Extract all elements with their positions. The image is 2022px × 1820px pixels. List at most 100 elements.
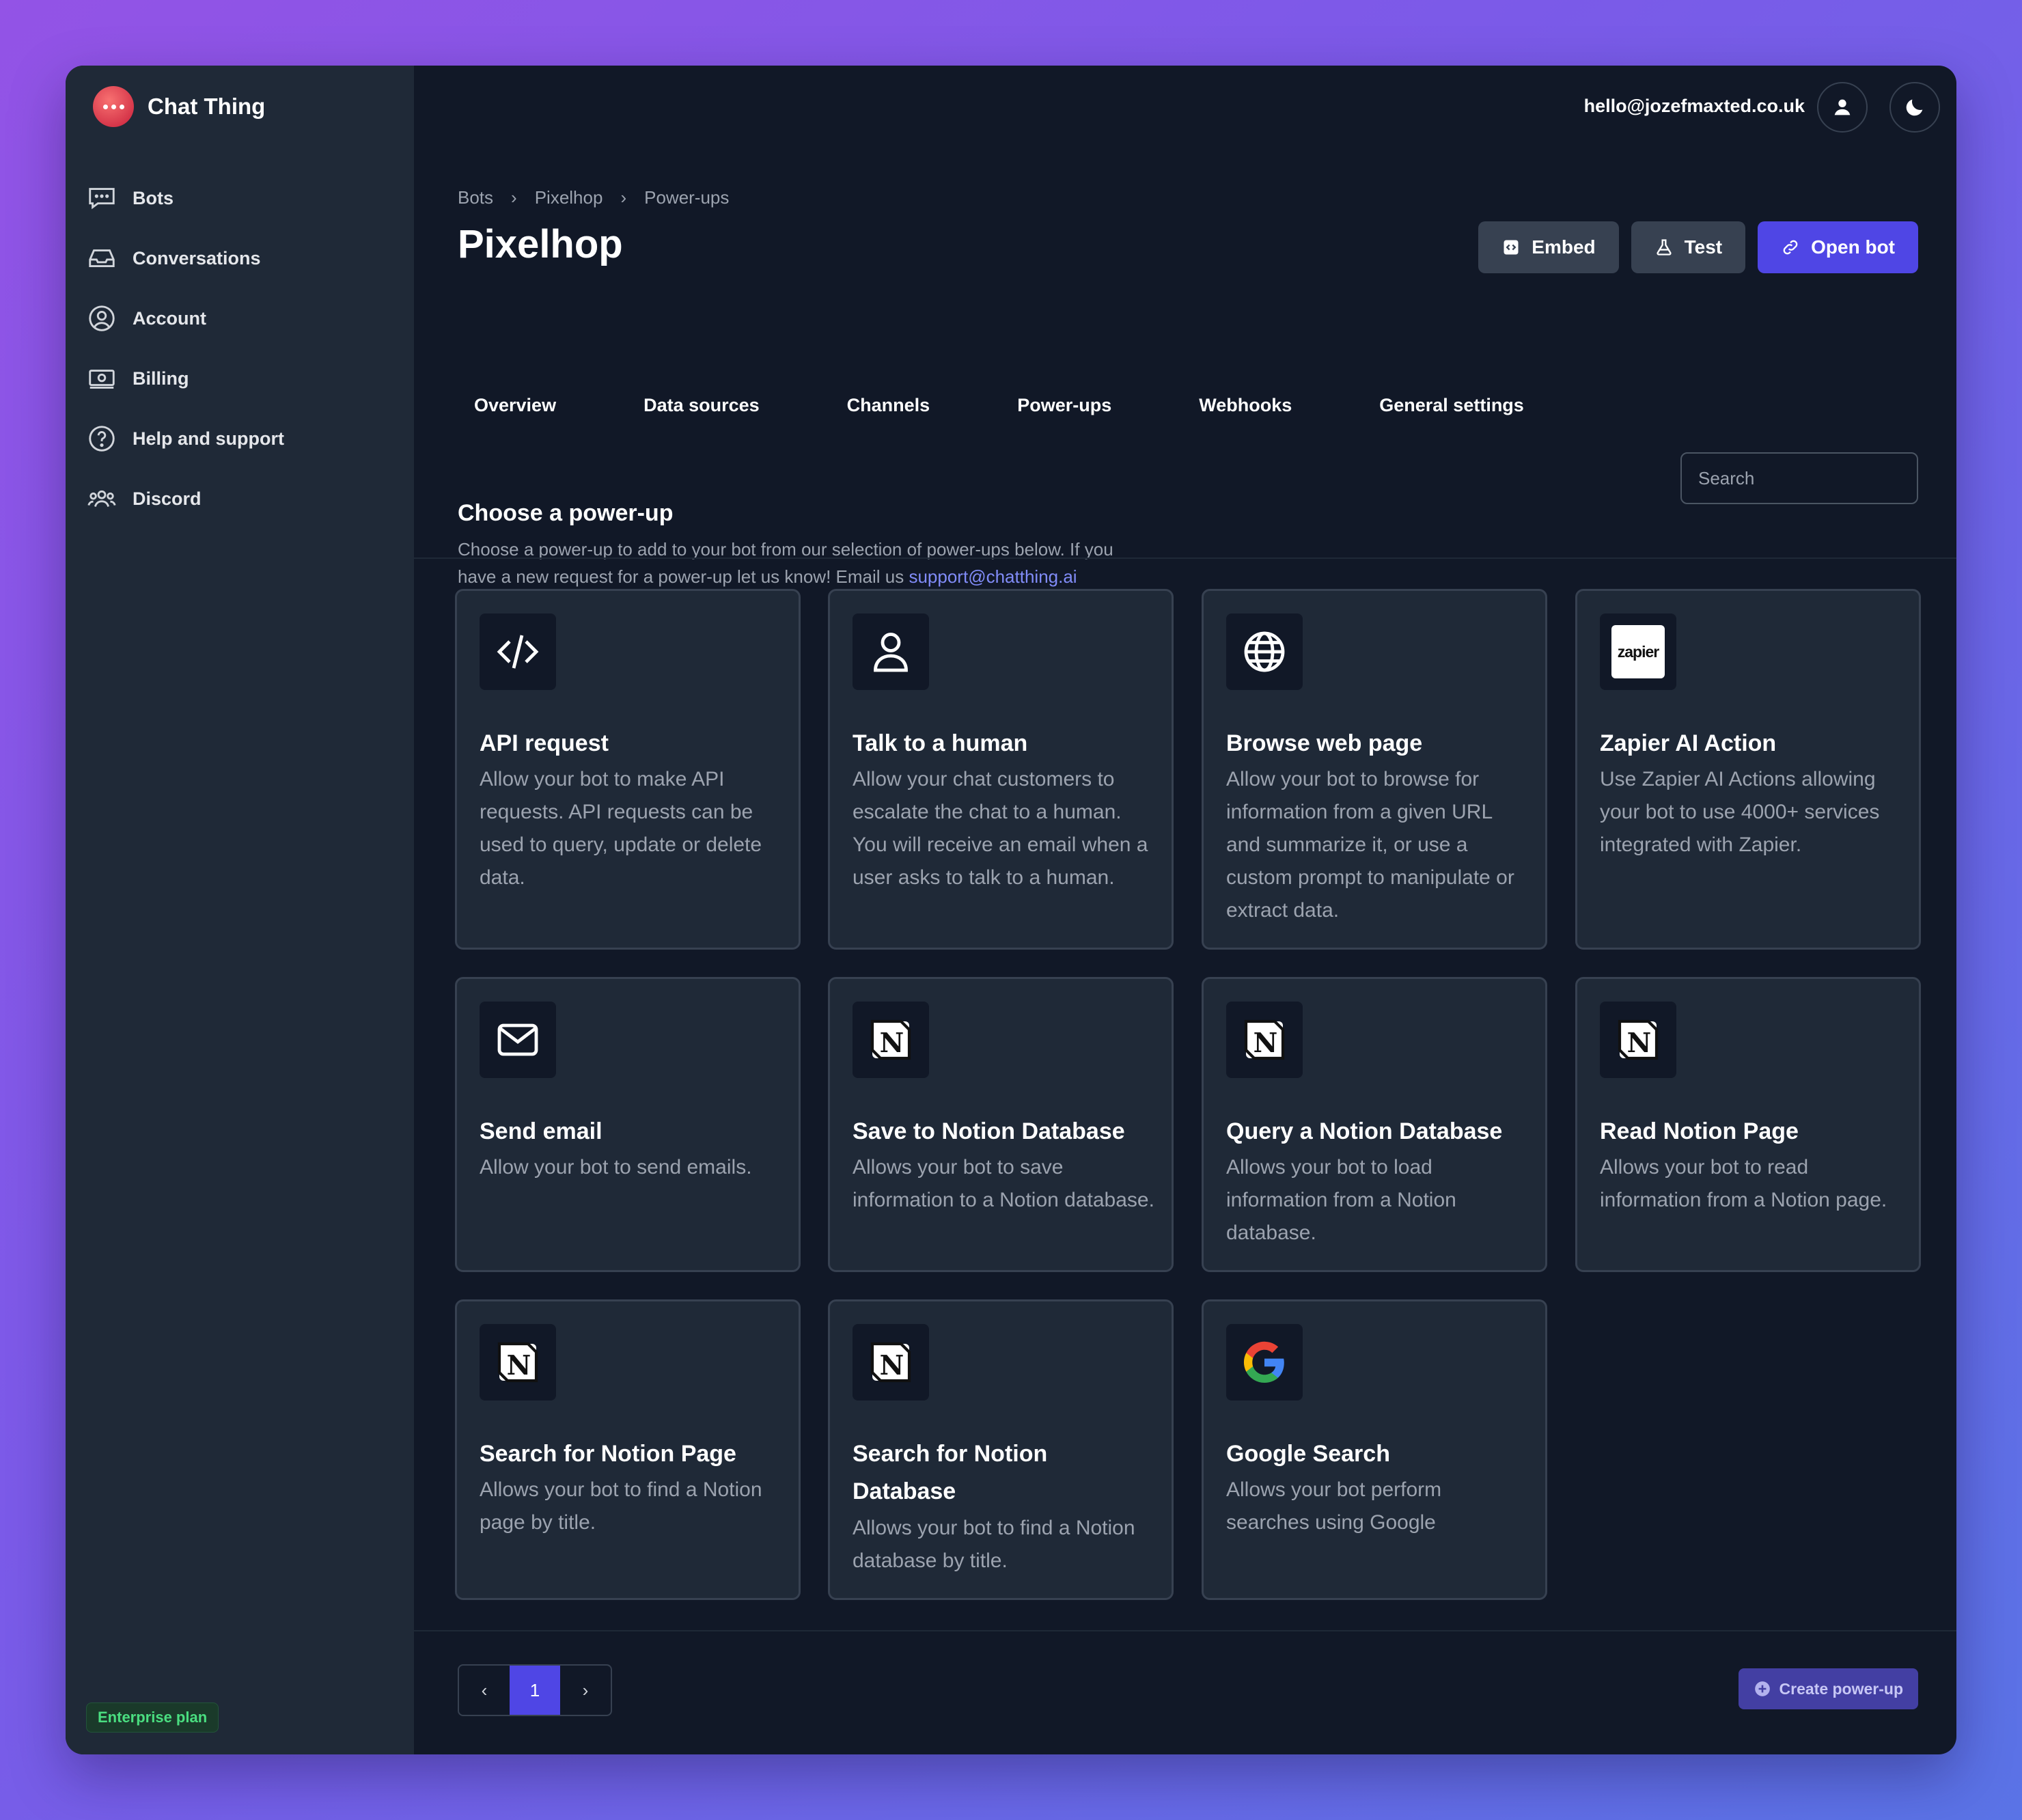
card-description: Allows your bot to read information from… (1600, 1156, 1887, 1211)
power-up-card-search-notion-page[interactable]: N Search for Notion Page Allows your bot… (455, 1299, 801, 1600)
brand-name: Chat Thing (148, 94, 266, 119)
sidebar-item-label: Bots (133, 187, 174, 208)
chat-thing-logo-icon (93, 86, 134, 127)
globe-icon (1226, 613, 1303, 690)
app-window: Chat Thing Bots Conversations Account Bi… (66, 66, 1956, 1754)
notion-logo-icon: N (1226, 1002, 1303, 1078)
footer-divider (414, 1630, 1956, 1631)
sidebar-item-label: Billing (133, 368, 189, 389)
breadcrumb-bots[interactable]: Bots (458, 187, 493, 208)
embed-icon (1504, 240, 1519, 255)
moon-icon (1906, 99, 1923, 116)
card-title: Google Search (1226, 1441, 1390, 1467)
create-power-up-label: Create power-up (1779, 1679, 1903, 1698)
section-title: Choose a power-up (458, 500, 674, 526)
notion-logo-icon: N (480, 1324, 556, 1401)
tab-overview[interactable]: Overview (458, 387, 572, 424)
support-email-link[interactable]: support@chatthing.ai (909, 566, 1077, 587)
open-bot-button[interactable]: Open bot (1758, 221, 1918, 273)
card-description: Allows your bot to load information from… (1226, 1156, 1456, 1244)
sidebar-nav: Bots Conversations Account Billing Help … (86, 168, 400, 529)
power-up-card-send-email[interactable]: Send email Allow your bot to send emails… (455, 977, 801, 1272)
zapier-logo-icon: zapier (1600, 613, 1676, 690)
zapier-logo-text: zapier (1617, 642, 1659, 661)
question-circle-icon (89, 426, 115, 452)
sidebar-item-label: Conversations (133, 247, 261, 268)
card-title: Send email (480, 1118, 603, 1144)
banknote-icon (89, 370, 115, 389)
create-power-up-button[interactable]: Create power-up (1738, 1668, 1918, 1709)
chevron-right-icon: › (582, 1679, 589, 1700)
card-title: Talk to a human (853, 730, 1028, 756)
brand[interactable]: Chat Thing (93, 86, 265, 127)
open-bot-label: Open bot (1811, 236, 1895, 258)
sidebar-item-label: Help and support (133, 428, 284, 449)
card-title: API request (480, 730, 609, 756)
breadcrumb-pixelhop[interactable]: Pixelhop (535, 187, 603, 208)
power-up-card-browse-web-page[interactable]: Browse web page Allow your bot to browse… (1202, 589, 1547, 950)
power-up-card-save-to-notion-database[interactable]: N Save to Notion Database Allows your bo… (828, 977, 1174, 1272)
card-title: Query a Notion Database (1226, 1118, 1503, 1144)
notion-logo-icon: N (853, 1002, 929, 1078)
tab-webhooks[interactable]: Webhooks (1182, 387, 1308, 424)
sidebar-item-label: Account (133, 307, 206, 329)
section-description: Choose a power-up to add to your bot fro… (458, 536, 1148, 590)
sidebar-item-account[interactable]: Account (86, 288, 400, 348)
tab-power-ups[interactable]: Power-ups (1001, 387, 1128, 424)
user-icon (1834, 99, 1851, 115)
users-icon (87, 490, 116, 507)
section-divider (414, 557, 1956, 559)
sidebar-item-label: Discord (133, 488, 202, 509)
tab-data-sources[interactable]: Data sources (627, 387, 776, 424)
sidebar: Chat Thing Bots Conversations Account Bi… (66, 66, 414, 1754)
chat-bubble-icon (89, 188, 115, 210)
svg-text:N: N (880, 1350, 904, 1381)
chevron-left-icon: ‹ (481, 1679, 488, 1700)
card-title: Zapier AI Action (1600, 730, 1777, 756)
link-icon (1783, 240, 1798, 255)
plan-badge: Enterprise plan (86, 1702, 219, 1733)
theme-toggle-button[interactable] (1889, 82, 1940, 133)
tab-channels[interactable]: Channels (831, 387, 947, 424)
sidebar-item-billing[interactable]: Billing (86, 348, 400, 409)
power-up-card-zapier-ai-action[interactable]: zapier Zapier AI Action Use Zapier AI Ac… (1575, 589, 1921, 950)
power-up-card-read-notion-page[interactable]: N Read Notion Page Allows your bot to re… (1575, 977, 1921, 1272)
previous-page-button[interactable]: ‹ (459, 1666, 510, 1715)
test-button[interactable]: Test (1631, 221, 1746, 273)
google-logo-icon (1226, 1324, 1303, 1401)
embed-button[interactable]: Embed (1478, 221, 1619, 273)
person-icon (853, 613, 929, 690)
card-description: Allow your chat customers to escalate th… (853, 768, 1148, 889)
power-up-card-talk-to-human[interactable]: Talk to a human Allow your chat customer… (828, 589, 1174, 950)
envelope-icon (480, 1002, 556, 1078)
card-title: Save to Notion Database (853, 1118, 1125, 1144)
code-icon (480, 613, 556, 690)
breadcrumb: Bots › Pixelhop › Power-ups (458, 187, 729, 208)
card-description: Allows your bot perform searches using G… (1226, 1478, 1442, 1534)
next-page-button[interactable]: › (560, 1666, 611, 1715)
bot-actions: Embed Test Open bot (1478, 221, 1918, 273)
user-email: hello@jozefmaxted.co.uk (1583, 96, 1805, 116)
card-description: Allows your bot to find a Notion databas… (853, 1517, 1135, 1572)
user-menu-button[interactable] (1817, 82, 1868, 133)
sidebar-item-conversations[interactable]: Conversations (86, 228, 400, 288)
sidebar-item-bots[interactable]: Bots (86, 168, 400, 228)
page-title: Pixelhop (458, 222, 623, 266)
beaker-icon (1657, 239, 1672, 256)
card-description: Use Zapier AI Actions allowing your bot … (1600, 768, 1880, 856)
page-button-current[interactable]: 1 (510, 1666, 560, 1715)
tab-general-settings[interactable]: General settings (1363, 387, 1540, 424)
svg-text:N: N (1627, 1028, 1652, 1059)
sidebar-item-discord[interactable]: Discord (86, 469, 400, 529)
sidebar-item-help[interactable]: Help and support (86, 409, 400, 469)
power-up-card-google-search[interactable]: Google Search Allows your bot perform se… (1202, 1299, 1547, 1600)
card-title: Read Notion Page (1600, 1118, 1799, 1144)
svg-text:N: N (507, 1350, 531, 1381)
power-up-card-search-notion-database[interactable]: N Search for Notion Database Allows your… (828, 1299, 1174, 1600)
power-up-card-query-notion-database[interactable]: N Query a Notion Database Allows your bo… (1202, 977, 1547, 1272)
chevron-right-icon: › (511, 187, 517, 208)
power-up-card-api-request[interactable]: API request Allow your bot to make API r… (455, 589, 801, 950)
search-input[interactable] (1680, 452, 1918, 504)
bot-tabs: Overview Data sources Channels Power-ups… (458, 387, 1540, 424)
breadcrumb-power-ups[interactable]: Power-ups (644, 187, 729, 208)
